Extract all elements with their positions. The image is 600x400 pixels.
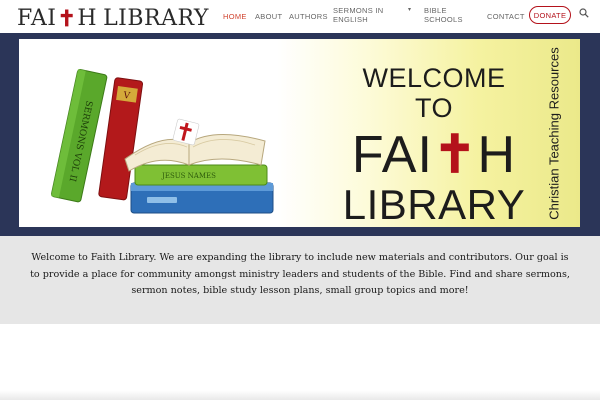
books-illustration: SERMONS VOL II V JESUS NAMES <box>50 69 274 214</box>
welcome-line3: LIBRARY <box>342 181 526 227</box>
welcome-h: H <box>477 126 517 184</box>
nav-bible-schools[interactable]: BIBLE SCHOOLS <box>424 6 494 24</box>
welcome-title: WELCOME TO FAI ✝ H LIBRARY <box>341 63 527 227</box>
chevron-down-icon[interactable]: ▾ <box>408 6 411 13</box>
welcome-fai: FAI <box>351 126 433 184</box>
banner-image: SERMONS VOL II V JESUS NAMES WELCOME TO … <box>19 39 580 227</box>
hero-banner: SERMONS VOL II V JESUS NAMES WELCOME TO … <box>0 33 600 236</box>
welcome-line1: WELCOME TO <box>362 63 506 123</box>
search-icon[interactable] <box>579 8 589 18</box>
nav-authors[interactable]: AUTHORS <box>289 12 328 21</box>
side-text-label: Christian Teaching Resources <box>546 46 562 220</box>
site-logo[interactable]: FAI ✝ H LIBRARY <box>17 6 209 32</box>
logo-cross-icon: ✝ <box>57 6 77 32</box>
cross-icon: ✝ <box>432 126 478 184</box>
nav-bible-line1: BIBLE <box>424 6 447 15</box>
book-spine-small: JESUS NAMES <box>161 172 216 180</box>
welcome-line2: FAI ✝ H <box>341 129 527 181</box>
donate-button[interactable]: DONATE <box>529 6 571 24</box>
nav-sermons-in-english[interactable]: SERMONS IN ENGLISH <box>333 6 403 24</box>
nav-about[interactable]: ABOUT <box>255 12 282 21</box>
intro-section: Welcome to Faith Library. We are expandi… <box>0 236 600 324</box>
logo-text-part2: H <box>77 6 98 31</box>
nav-bible-line2: SCHOOLS <box>424 15 463 24</box>
nav-home[interactable]: HOME <box>223 12 247 21</box>
logo-text-part3: LIBRARY <box>103 6 209 31</box>
nav-sermons-line2: ENGLISH <box>333 15 369 24</box>
banner-side-text: Christian Teaching Resources <box>539 47 569 219</box>
footer-shadow <box>0 390 600 400</box>
site-header: FAI ✝ H LIBRARY HOME ABOUT AUTHORS SERMO… <box>0 0 600 33</box>
nav-sermons-line1: SERMONS IN <box>333 6 384 15</box>
intro-text: Welcome to Faith Library. We are expandi… <box>30 252 570 296</box>
logo-text-part1: FAI <box>17 6 57 31</box>
nav-contact[interactable]: CONTACT <box>487 12 525 21</box>
